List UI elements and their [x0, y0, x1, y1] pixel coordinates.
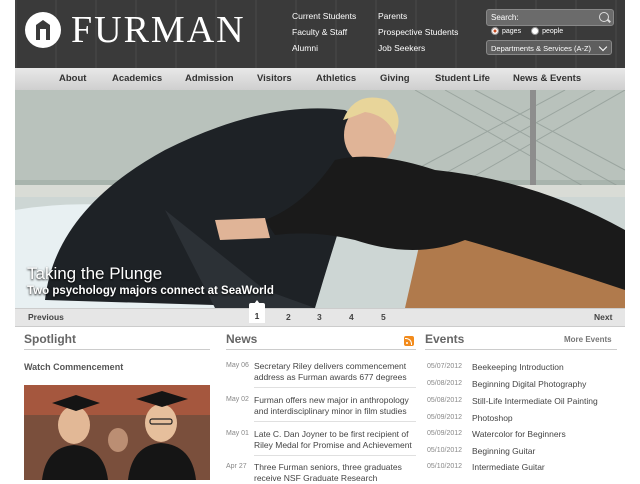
more-events-link[interactable]: More Events	[564, 335, 612, 344]
news-date: Apr 27	[226, 463, 247, 470]
event-title[interactable]: Still-Life Intermediate Oil Painting	[472, 396, 598, 406]
pager-page-4[interactable]: 4	[349, 312, 354, 322]
watch-commencement-link[interactable]: Watch Commencement	[24, 362, 123, 372]
bell-tower-seal-icon	[25, 12, 61, 48]
main-nav: About Academics Admission Visitors Athle…	[15, 68, 625, 91]
event-date: 05/10/2012	[427, 463, 463, 470]
news-heading: News	[226, 332, 258, 346]
wordmark: FURMAN	[71, 9, 246, 51]
event-title[interactable]: Beekeeping Introduction	[472, 362, 564, 372]
news-headline[interactable]: Late C. Dan Joyner to be first recipient…	[254, 429, 414, 451]
slide-pager: Previous 1 2 3 4 5 Next	[15, 300, 625, 327]
nav-visitors[interactable]: Visitors	[257, 73, 292, 84]
hero-slide[interactable]: Taking the Plunge Two psychology majors …	[15, 90, 625, 308]
event-title[interactable]: Photoshop	[472, 413, 513, 423]
hero-subtitle: Two psychology majors connect at SeaWorl…	[27, 285, 274, 297]
event-date: 05/09/2012	[427, 414, 463, 421]
nav-academics[interactable]: Academics	[112, 73, 162, 84]
news-divider	[226, 349, 416, 350]
event-date: 05/10/2012	[427, 447, 463, 454]
radio-selected-icon	[491, 27, 499, 35]
event-date: 05/08/2012	[427, 397, 463, 404]
search-input[interactable]	[491, 11, 591, 23]
news-headline[interactable]: Three Furman seniors, three graduates re…	[254, 462, 414, 484]
search-scope: pages people	[491, 27, 563, 35]
nav-athletics[interactable]: Athletics	[316, 73, 356, 84]
event-title[interactable]: Beginning Digital Photography	[472, 379, 586, 389]
event-date: 05/08/2012	[427, 380, 463, 387]
event-title[interactable]: Watercolor for Beginners	[472, 429, 566, 439]
pager-previous[interactable]: Previous	[28, 312, 64, 322]
link-current-students[interactable]: Current Students	[292, 11, 356, 21]
departments-select-value: Departments & Services (A-Z)	[491, 44, 592, 53]
news-item-divider	[254, 387, 416, 388]
pager-next[interactable]: Next	[594, 312, 612, 322]
pager-page-5[interactable]: 5	[381, 312, 386, 322]
furman-logo[interactable]: FURMAN	[25, 9, 246, 51]
spotlight-heading: Spotlight	[24, 332, 76, 346]
news-date: May 01	[226, 430, 249, 437]
commencement-photo[interactable]	[24, 385, 210, 480]
page: FURMAN Current Students Parents Faculty …	[15, 0, 625, 483]
nav-giving[interactable]: Giving	[380, 73, 410, 84]
departments-select[interactable]: Departments & Services (A-Z)	[486, 40, 612, 55]
event-date: 05/07/2012	[427, 363, 463, 370]
events-heading: Events	[425, 332, 465, 346]
event-title[interactable]: Beginning Guitar	[472, 446, 535, 456]
scope-pages-label: pages	[502, 27, 522, 35]
event-date: 05/09/2012	[427, 430, 463, 437]
nav-admission[interactable]: Admission	[185, 73, 234, 84]
link-alumni[interactable]: Alumni	[292, 43, 318, 53]
nav-news-events[interactable]: News & Events	[513, 73, 581, 84]
nav-student-life[interactable]: Student Life	[435, 73, 490, 84]
nav-about[interactable]: About	[59, 73, 86, 84]
news-headline[interactable]: Secretary Riley delivers commencement ad…	[254, 361, 414, 383]
pager-page-2[interactable]: 2	[286, 312, 291, 322]
rss-feed-icon[interactable]	[404, 336, 414, 346]
link-job-seekers[interactable]: Job Seekers	[378, 43, 425, 53]
scope-people-label: people	[542, 27, 564, 35]
news-date: May 02	[226, 396, 249, 403]
spotlight-divider	[24, 349, 210, 350]
link-parents[interactable]: Parents	[378, 11, 407, 21]
hero-title[interactable]: Taking the Plunge	[27, 264, 162, 284]
event-title[interactable]: Intermediate Guitar	[472, 462, 545, 472]
radio-unselected-icon	[531, 27, 540, 35]
events-divider	[425, 349, 617, 350]
graduates-image	[24, 385, 210, 480]
link-faculty-staff[interactable]: Faculty & Staff	[292, 27, 347, 37]
site-header: FURMAN Current Students Parents Faculty …	[15, 0, 625, 68]
news-item-divider	[254, 421, 416, 422]
pager-page-3[interactable]: 3	[317, 312, 322, 322]
news-date: May 06	[226, 362, 249, 369]
scope-people-radio[interactable]: people	[531, 27, 563, 35]
chevron-down-icon	[598, 42, 608, 52]
scope-pages-radio[interactable]: pages	[491, 27, 521, 35]
link-prospective-students[interactable]: Prospective Students	[378, 27, 458, 37]
search-icon[interactable]	[599, 12, 609, 22]
news-headline[interactable]: Furman offers new major in anthropology …	[254, 395, 414, 417]
pager-page-1[interactable]: 1	[249, 303, 265, 323]
search-box	[486, 9, 614, 26]
news-item-divider	[254, 455, 416, 456]
